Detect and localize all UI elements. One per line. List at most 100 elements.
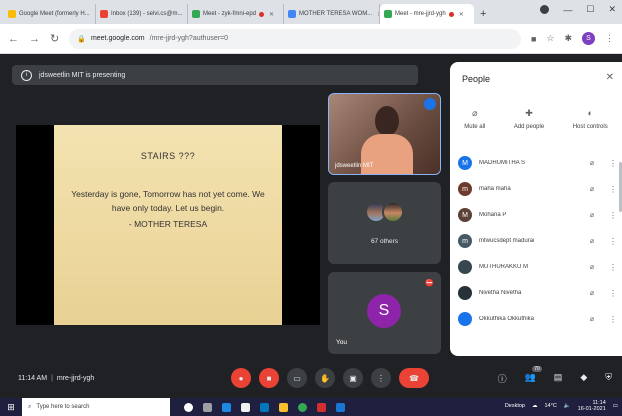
desktop-toolbar[interactable]: Desktop [505, 403, 525, 409]
clock[interactable]: 11:14 16-01-2021 [578, 400, 606, 412]
weather-temp[interactable]: 14°C [545, 403, 557, 409]
present-button[interactable]: ▣ [343, 368, 363, 388]
add-people-button[interactable]: ✚ Add people [514, 108, 544, 130]
list-item[interactable]: m maha maha ⌀ ⋮ [450, 176, 622, 202]
menu-icon[interactable]: ⋮ [605, 33, 614, 44]
cortana-icon[interactable] [184, 402, 193, 412]
mic-off-icon[interactable]: ⌀ [586, 315, 598, 323]
tab-label: Meet - zyk-fmni-epd [203, 11, 257, 17]
windows-start-icon[interactable]: ⊞ [0, 402, 22, 413]
taskbar-search[interactable]: ⌕ Type here to search [22, 398, 170, 416]
volume-icon[interactable]: 🔈 [564, 403, 571, 409]
raise-hand-button[interactable]: ✋ [315, 368, 335, 388]
presenting-banner: i jdsweetlin MIT is presenting [12, 65, 418, 85]
mic-off-icon[interactable]: ⌀ [586, 211, 598, 219]
close-icon[interactable]: ✕ [269, 11, 274, 18]
camera-toggle-button[interactable]: ■ [259, 368, 279, 388]
more-options-icon[interactable]: ⋮ [608, 315, 618, 324]
mail-icon[interactable] [260, 402, 269, 412]
notifications-icon[interactable]: ▭ [613, 403, 618, 409]
meet-favicon-icon [8, 10, 16, 18]
url-domain: meet.google.com [90, 35, 145, 42]
participant-count-badge: 70 [532, 366, 542, 372]
forward-icon[interactable]: → [29, 33, 40, 45]
minimize-icon[interactable]: — [563, 5, 572, 15]
people-button[interactable]: 👥 70 [525, 366, 542, 385]
tab-mother-teresa[interactable]: MOTHER TERESA WOM... ✕ [284, 4, 380, 24]
host-controls-button[interactable]: ◐ Host controls [573, 108, 608, 130]
url-field[interactable]: 🔒 meet.google.com/mre-jjrd-ygh?authuser=… [69, 28, 521, 49]
others-tile[interactable]: 67 others [328, 182, 441, 264]
chat-icon[interactable]: ▤ [554, 372, 563, 385]
info-icon[interactable]: ⓘ [498, 372, 507, 385]
slides-favicon-icon [288, 10, 296, 18]
chrome-icon[interactable] [298, 402, 307, 412]
presenter-camera-tile[interactable]: jdsweetlin MIT [328, 93, 441, 175]
close-icon[interactable]: ✕ [606, 72, 614, 83]
mic-toggle-button[interactable]: ● [231, 368, 251, 388]
add-person-icon: ✚ [525, 108, 533, 118]
slide: STAIRS ??? Yesterday is gone, Tomorrow h… [54, 125, 282, 325]
mic-off-icon[interactable]: ⌀ [586, 185, 598, 193]
task-view-icon[interactable] [203, 402, 212, 412]
tab-label: MOTHER TERESA WOM... [299, 11, 373, 17]
more-options-icon[interactable]: ⋮ [608, 211, 618, 220]
star-icon[interactable]: ☆ [546, 33, 554, 44]
reload-icon[interactable]: ↻ [50, 32, 59, 45]
mic-off-icon[interactable]: ⌀ [586, 289, 598, 297]
mute-all-button[interactable]: ⌀ Mute all [464, 108, 485, 130]
windows-taskbar: ⊞ ⌕ Type here to search Desktop ☁ 14°C 🔈… [0, 398, 622, 416]
meet-favicon-icon [192, 10, 200, 18]
list-item[interactable]: Nivetha Nivetha ⌀ ⋮ [450, 280, 622, 306]
meet-favicon-icon [384, 10, 392, 18]
app-icon[interactable] [317, 402, 326, 412]
list-item[interactable]: MUTHURAKKU M ⌀ ⋮ [450, 254, 622, 280]
extensions-icon[interactable]: ✱ [564, 33, 572, 44]
tab-label: Inbox (139) - selvi.cs@m... [111, 11, 183, 17]
more-options-button[interactable]: ⋮ [371, 368, 391, 388]
recording-icon [259, 11, 265, 17]
tab-meet-zyk[interactable]: Meet - zyk-fmni-epd ✕ [188, 4, 284, 24]
search-icon: ⌕ [28, 403, 32, 410]
more-options-icon[interactable]: ⋮ [608, 185, 618, 194]
file-explorer-icon[interactable] [279, 402, 288, 412]
close-icon[interactable]: ✕ [459, 11, 464, 18]
participant-list: M MADHUMITHA S ⌀ ⋮ m maha maha ⌀ ⋮ M Moh… [450, 150, 622, 332]
more-options-icon[interactable]: ⋮ [608, 237, 618, 246]
store-icon[interactable] [241, 402, 250, 412]
host-shield-icon[interactable]: ⛨ [605, 372, 612, 385]
cloud-icon[interactable]: ☁ [532, 403, 538, 409]
panel-title: People [462, 74, 491, 84]
captions-button[interactable]: ▭ [287, 368, 307, 388]
activities-icon[interactable]: ◆ [580, 372, 587, 385]
avatar: m [458, 234, 472, 248]
participant-name: maha maha [479, 186, 511, 192]
edge-icon[interactable] [222, 402, 231, 412]
media-icon[interactable] [540, 5, 550, 14]
profile-avatar[interactable]: S [582, 32, 595, 45]
avatar: m [458, 182, 472, 196]
gmail-favicon-icon [100, 10, 108, 18]
more-options-icon[interactable]: ⋮ [608, 263, 618, 272]
leave-call-button[interactable]: ☎ [399, 368, 429, 388]
list-item[interactable]: M Mohana P ⌀ ⋮ [450, 202, 622, 228]
tab-google-meet[interactable]: Google Meet (formerly H... ✕ [4, 4, 96, 24]
camera-indicator-icon[interactable]: ■ [531, 34, 536, 44]
mic-off-icon[interactable]: ⌀ [586, 263, 598, 271]
more-options-icon[interactable]: ⋮ [608, 159, 618, 168]
back-icon[interactable]: ← [8, 33, 19, 45]
word-icon[interactable] [336, 402, 345, 412]
mic-off-icon[interactable]: ⌀ [586, 159, 598, 167]
tab-meet-active[interactable]: Meet - mre-jjrd-ygh ✕ [380, 4, 474, 24]
self-tile[interactable]: S ⛔ You [328, 272, 441, 354]
mic-off-icon[interactable]: ⌀ [586, 237, 598, 245]
tab-inbox[interactable]: Inbox (139) - selvi.cs@m... ✕ [96, 4, 188, 24]
close-window-icon[interactable]: ✕ [608, 4, 616, 15]
list-item[interactable]: m mtwucsdept madurai ⌀ ⋮ [450, 228, 622, 254]
more-options-icon[interactable]: ⋮ [608, 289, 618, 298]
info-icon[interactable]: i [21, 69, 32, 81]
list-item[interactable]: M MADHUMITHA S ⌀ ⋮ [450, 150, 622, 176]
list-item[interactable]: Okkuthika Okkuthika ⌀ ⋮ [450, 306, 622, 332]
new-tab-icon[interactable]: + [480, 4, 486, 24]
maximize-icon[interactable]: ☐ [586, 4, 594, 15]
